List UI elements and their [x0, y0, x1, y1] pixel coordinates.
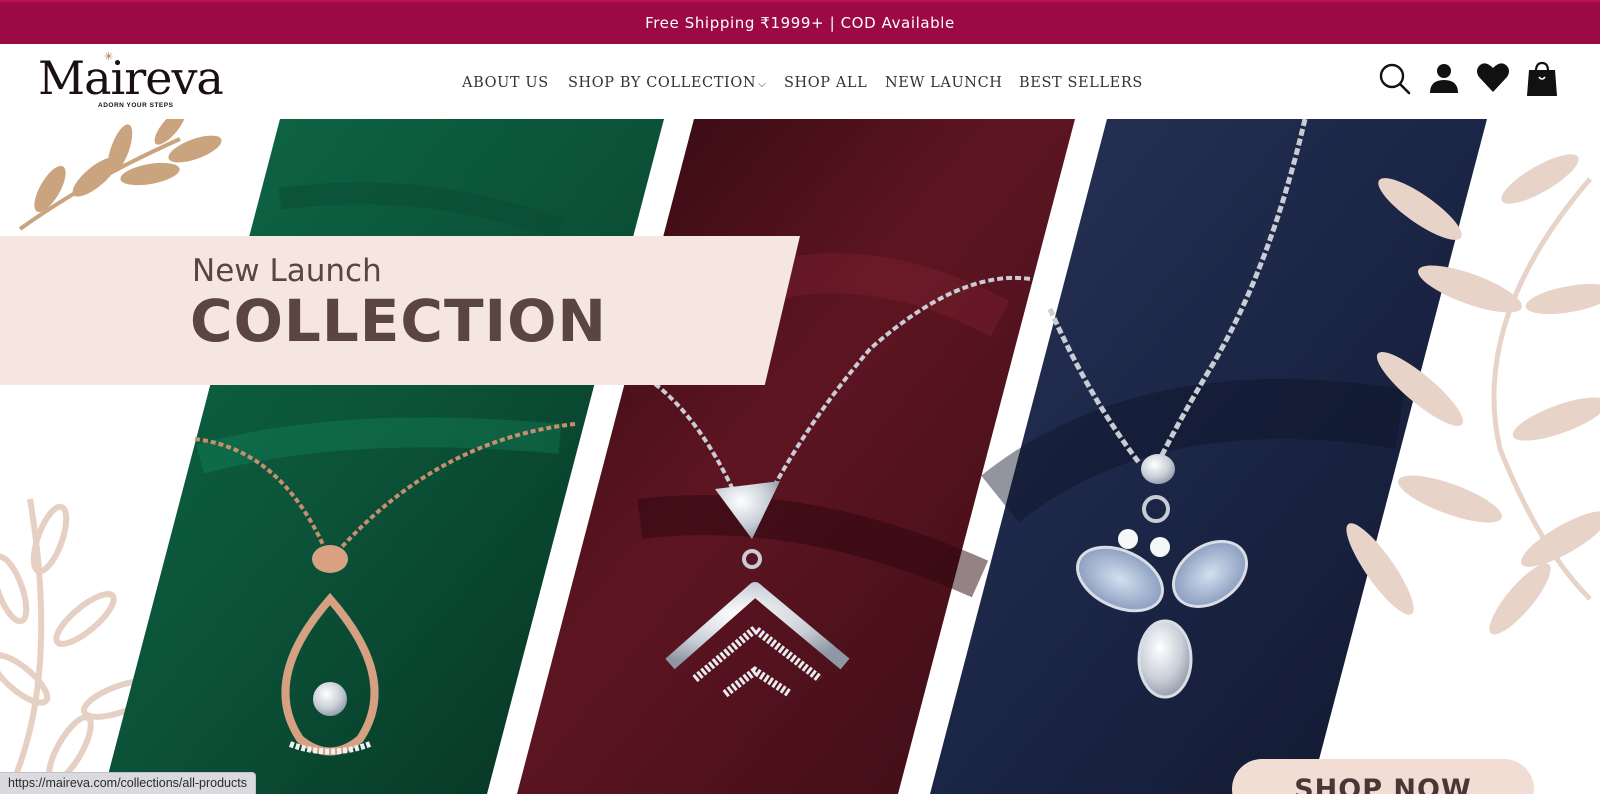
nav-best-sellers-label: BEST SELLERS — [1019, 75, 1143, 91]
hero-banner[interactable]: New Launch COLLECTION SHOP NOW — [0, 119, 1600, 794]
account-icon[interactable] — [1426, 60, 1462, 96]
nav-new-launch-label: NEW LAUNCH — [885, 75, 1003, 91]
nav-about-us-label: ABOUT US — [462, 75, 549, 91]
nav-shop-by-collection[interactable]: SHOP BY COLLECTION ⌵ — [568, 68, 766, 100]
link-preview-url: https://maireva.com/collections/all-prod… — [8, 776, 247, 790]
header-icons — [1376, 60, 1592, 100]
wishlist-icon[interactable] — [1475, 60, 1511, 96]
nav-shop-all-label: SHOP ALL — [784, 75, 868, 91]
announcement-text: Free Shipping ₹1999+ | COD Available — [645, 14, 955, 32]
logo-wordmark: Maireva — [38, 51, 224, 105]
search-icon[interactable] — [1376, 60, 1412, 96]
site-header: ✳ Maireva ADORN YOUR STEPS ABOUT US SHOP… — [0, 44, 1600, 119]
nav-shop-all[interactable]: SHOP ALL — [784, 68, 867, 98]
headline-large: COLLECTION — [190, 287, 607, 355]
nav-shop-by-collection-label: SHOP BY COLLECTION — [568, 75, 757, 91]
shop-now-button[interactable]: SHOP NOW — [1232, 759, 1534, 794]
link-preview-status: https://maireva.com/collections/all-prod… — [0, 772, 256, 794]
chevron-down-icon: ⌵ — [758, 79, 767, 90]
hero-artwork — [0, 119, 1600, 794]
logo-tagline: ADORN YOUR STEPS — [98, 102, 174, 109]
shop-now-label: SHOP NOW — [1294, 774, 1472, 794]
leaf-decoration-top-left — [18, 119, 222, 231]
cart-icon[interactable] — [1524, 60, 1560, 96]
nav-best-sellers[interactable]: BEST SELLERS — [1019, 68, 1143, 98]
nav-new-launch[interactable]: NEW LAUNCH — [885, 68, 1003, 98]
nav-about-us[interactable]: ABOUT US — [462, 68, 549, 98]
brand-logo[interactable]: ✳ Maireva ADORN YOUR STEPS — [38, 50, 228, 112]
headline-small: New Launch — [192, 253, 382, 289]
announcement-bar: Free Shipping ₹1999+ | COD Available — [0, 0, 1600, 44]
